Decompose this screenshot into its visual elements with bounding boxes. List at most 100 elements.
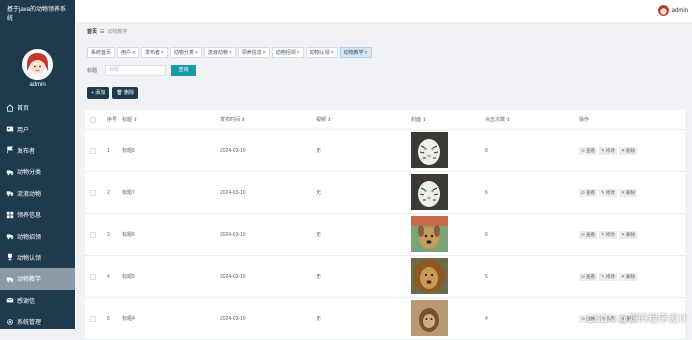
grid-icon bbox=[6, 211, 17, 219]
cell-title: 标题7 bbox=[122, 189, 220, 196]
sidebar-item-label: 用户 bbox=[17, 125, 29, 134]
row-checkbox-cell bbox=[85, 274, 107, 280]
edit-button[interactable]: ✎ 修改 bbox=[599, 147, 617, 155]
top-username: admin bbox=[672, 8, 688, 14]
cover-image[interactable] bbox=[411, 248, 448, 254]
cell-title: 标题5 bbox=[122, 273, 220, 280]
sidebar-item-5[interactable]: 领养信息 bbox=[0, 204, 75, 225]
view-button[interactable]: ⊙ 查看 bbox=[579, 273, 597, 281]
tab-label: 领养信息 bbox=[242, 50, 262, 56]
tab-close-icon[interactable]: × bbox=[229, 50, 232, 56]
top-user[interactable]: admin bbox=[658, 5, 688, 16]
user-icon bbox=[6, 125, 17, 133]
query-button[interactable]: 查询 bbox=[171, 65, 196, 76]
cell-title: 标题8 bbox=[122, 147, 220, 154]
app-title: 基于java的动物领养系统 bbox=[0, 0, 75, 30]
tab-0[interactable]: 系统首页 bbox=[87, 47, 115, 58]
truck-icon bbox=[6, 275, 17, 283]
cell-clicks: 6 bbox=[485, 232, 579, 238]
row-delete-button[interactable]: ✕ 删除 bbox=[619, 189, 637, 197]
tab-2[interactable]: 发布者× bbox=[141, 47, 168, 58]
row-checkbox[interactable] bbox=[90, 232, 96, 238]
tab-8[interactable]: 动物教学× bbox=[340, 47, 372, 58]
tab-close-icon[interactable]: × bbox=[263, 50, 266, 56]
tab-bar: 系统首页用户×发布者×动物分类×流浪动物×领养信息×动物招领×动物认领×动物教学… bbox=[87, 47, 372, 58]
tab-label: 动物分类 bbox=[174, 50, 194, 56]
row-checkbox[interactable] bbox=[90, 190, 96, 196]
header-title[interactable]: 标题 ⇕ bbox=[122, 116, 220, 123]
search-input[interactable]: 标题 bbox=[105, 65, 166, 76]
tab-4[interactable]: 流浪动物× bbox=[204, 47, 236, 58]
row-delete-button[interactable]: ✕ 删除 bbox=[619, 273, 637, 281]
cover-image[interactable] bbox=[411, 290, 448, 296]
cover-image[interactable] bbox=[411, 206, 448, 212]
breadcrumb-home[interactable]: 首页 bbox=[87, 28, 97, 35]
cell-ops: ⊙ 查看✎ 修改✕ 删除 bbox=[579, 231, 679, 239]
table-row: 2标题72024-03-10无6⊙ 查看✎ 修改✕ 删除 bbox=[85, 172, 685, 214]
tab-1[interactable]: 用户× bbox=[117, 47, 139, 58]
tab-6[interactable]: 动物招领× bbox=[272, 47, 304, 58]
select-all-checkbox[interactable] bbox=[90, 117, 96, 123]
tab-close-icon[interactable]: × bbox=[297, 50, 300, 56]
table-body: 1标题82024-03-10无8⊙ 查看✎ 修改✕ 删除2标题72024-03-… bbox=[85, 130, 685, 340]
sidebar-item-label: 动物教学 bbox=[17, 274, 41, 283]
sidebar-item-9[interactable]: 感谢信 bbox=[0, 290, 75, 311]
sidebar-item-6[interactable]: 动物招领 bbox=[0, 225, 75, 246]
sidebar-item-label: 领养信息 bbox=[17, 210, 41, 219]
cover-image[interactable] bbox=[411, 164, 448, 170]
view-button[interactable]: ⊙ 查看 bbox=[579, 189, 597, 197]
add-button[interactable]: + 添加 bbox=[87, 87, 109, 99]
row-checkbox-cell bbox=[85, 190, 107, 196]
row-delete-button[interactable]: ✕ 删除 bbox=[619, 147, 637, 155]
tab-3[interactable]: 动物分类× bbox=[170, 47, 202, 58]
breadcrumb: 首页 ☰ 动物教学 bbox=[87, 28, 128, 35]
avatar[interactable] bbox=[22, 49, 53, 80]
edit-button[interactable]: ✎ 修改 bbox=[599, 189, 617, 197]
tab-close-icon[interactable]: × bbox=[195, 50, 198, 56]
topbar: admin bbox=[75, 0, 692, 22]
action-row: + 添加 🗑 删除 bbox=[87, 87, 138, 99]
cell-clicks: 5 bbox=[485, 274, 579, 280]
sidebar-item-10[interactable]: 系统管理 bbox=[0, 311, 75, 332]
header-checkbox-cell bbox=[85, 117, 107, 123]
view-button[interactable]: ⊙ 查看 bbox=[579, 231, 597, 239]
view-button[interactable]: ⊙ 查看 bbox=[579, 147, 597, 155]
sidebar-item-label: 动物认领 bbox=[17, 253, 41, 262]
sidebar: 基于java的动物领养系统 admin 首页用户发布者动物分类流浪动物领养信息动… bbox=[0, 0, 75, 329]
delete-button[interactable]: 🗑 删除 bbox=[112, 87, 138, 99]
sidebar-item-3[interactable]: 动物分类 bbox=[0, 161, 75, 182]
sidebar-item-7[interactable]: 动物认领 bbox=[0, 247, 75, 268]
tab-7[interactable]: 动物认领× bbox=[306, 47, 338, 58]
tab-close-icon[interactable]: × bbox=[161, 50, 164, 56]
edit-button[interactable]: ✎ 修改 bbox=[599, 273, 617, 281]
row-checkbox[interactable] bbox=[90, 274, 96, 280]
header-cover[interactable]: 封面 ⇕ bbox=[411, 116, 485, 123]
row-checkbox[interactable] bbox=[90, 316, 96, 322]
cell-ops: ⊙ 查看✎ 修改✕ 删除 bbox=[579, 147, 679, 155]
breadcrumb-current: 动物教学 bbox=[108, 28, 128, 35]
row-checkbox[interactable] bbox=[90, 148, 96, 154]
sidebar-item-label: 系统管理 bbox=[17, 317, 41, 326]
sidebar-admin-name: admin bbox=[0, 82, 75, 88]
cell-ops: ⊙ 查看✎ 修改✕ 删除 bbox=[579, 189, 679, 197]
header-ops: 操作 bbox=[579, 116, 679, 123]
edit-button[interactable]: ✎ 修改 bbox=[599, 231, 617, 239]
sidebar-item-8[interactable]: 动物教学 bbox=[0, 268, 75, 289]
tab-close-icon[interactable]: × bbox=[132, 50, 135, 56]
home-icon bbox=[6, 104, 17, 112]
cell-date: 2024-03-10 bbox=[220, 190, 316, 196]
row-delete-button[interactable]: ✕ 删除 bbox=[619, 231, 637, 239]
header-clicks[interactable]: 点击次数 ⇕ bbox=[485, 116, 579, 123]
sidebar-item-4[interactable]: 流浪动物 bbox=[0, 183, 75, 204]
tab-close-icon[interactable]: × bbox=[365, 50, 368, 56]
header-date[interactable]: 发布时间 ⇕ bbox=[220, 116, 316, 123]
header-video[interactable]: 视频 ⇕ bbox=[316, 116, 411, 123]
sidebar-item-2[interactable]: 发布者 bbox=[0, 140, 75, 161]
sidebar-item-0[interactable]: 首页 bbox=[0, 97, 75, 118]
cell-cover bbox=[411, 174, 485, 212]
sidebar-item-1[interactable]: 用户 bbox=[0, 118, 75, 139]
tab-5[interactable]: 领养信息× bbox=[238, 47, 270, 58]
cell-title: 标题4 bbox=[122, 315, 220, 322]
tab-close-icon[interactable]: × bbox=[331, 50, 334, 56]
cover-image[interactable] bbox=[411, 332, 448, 338]
